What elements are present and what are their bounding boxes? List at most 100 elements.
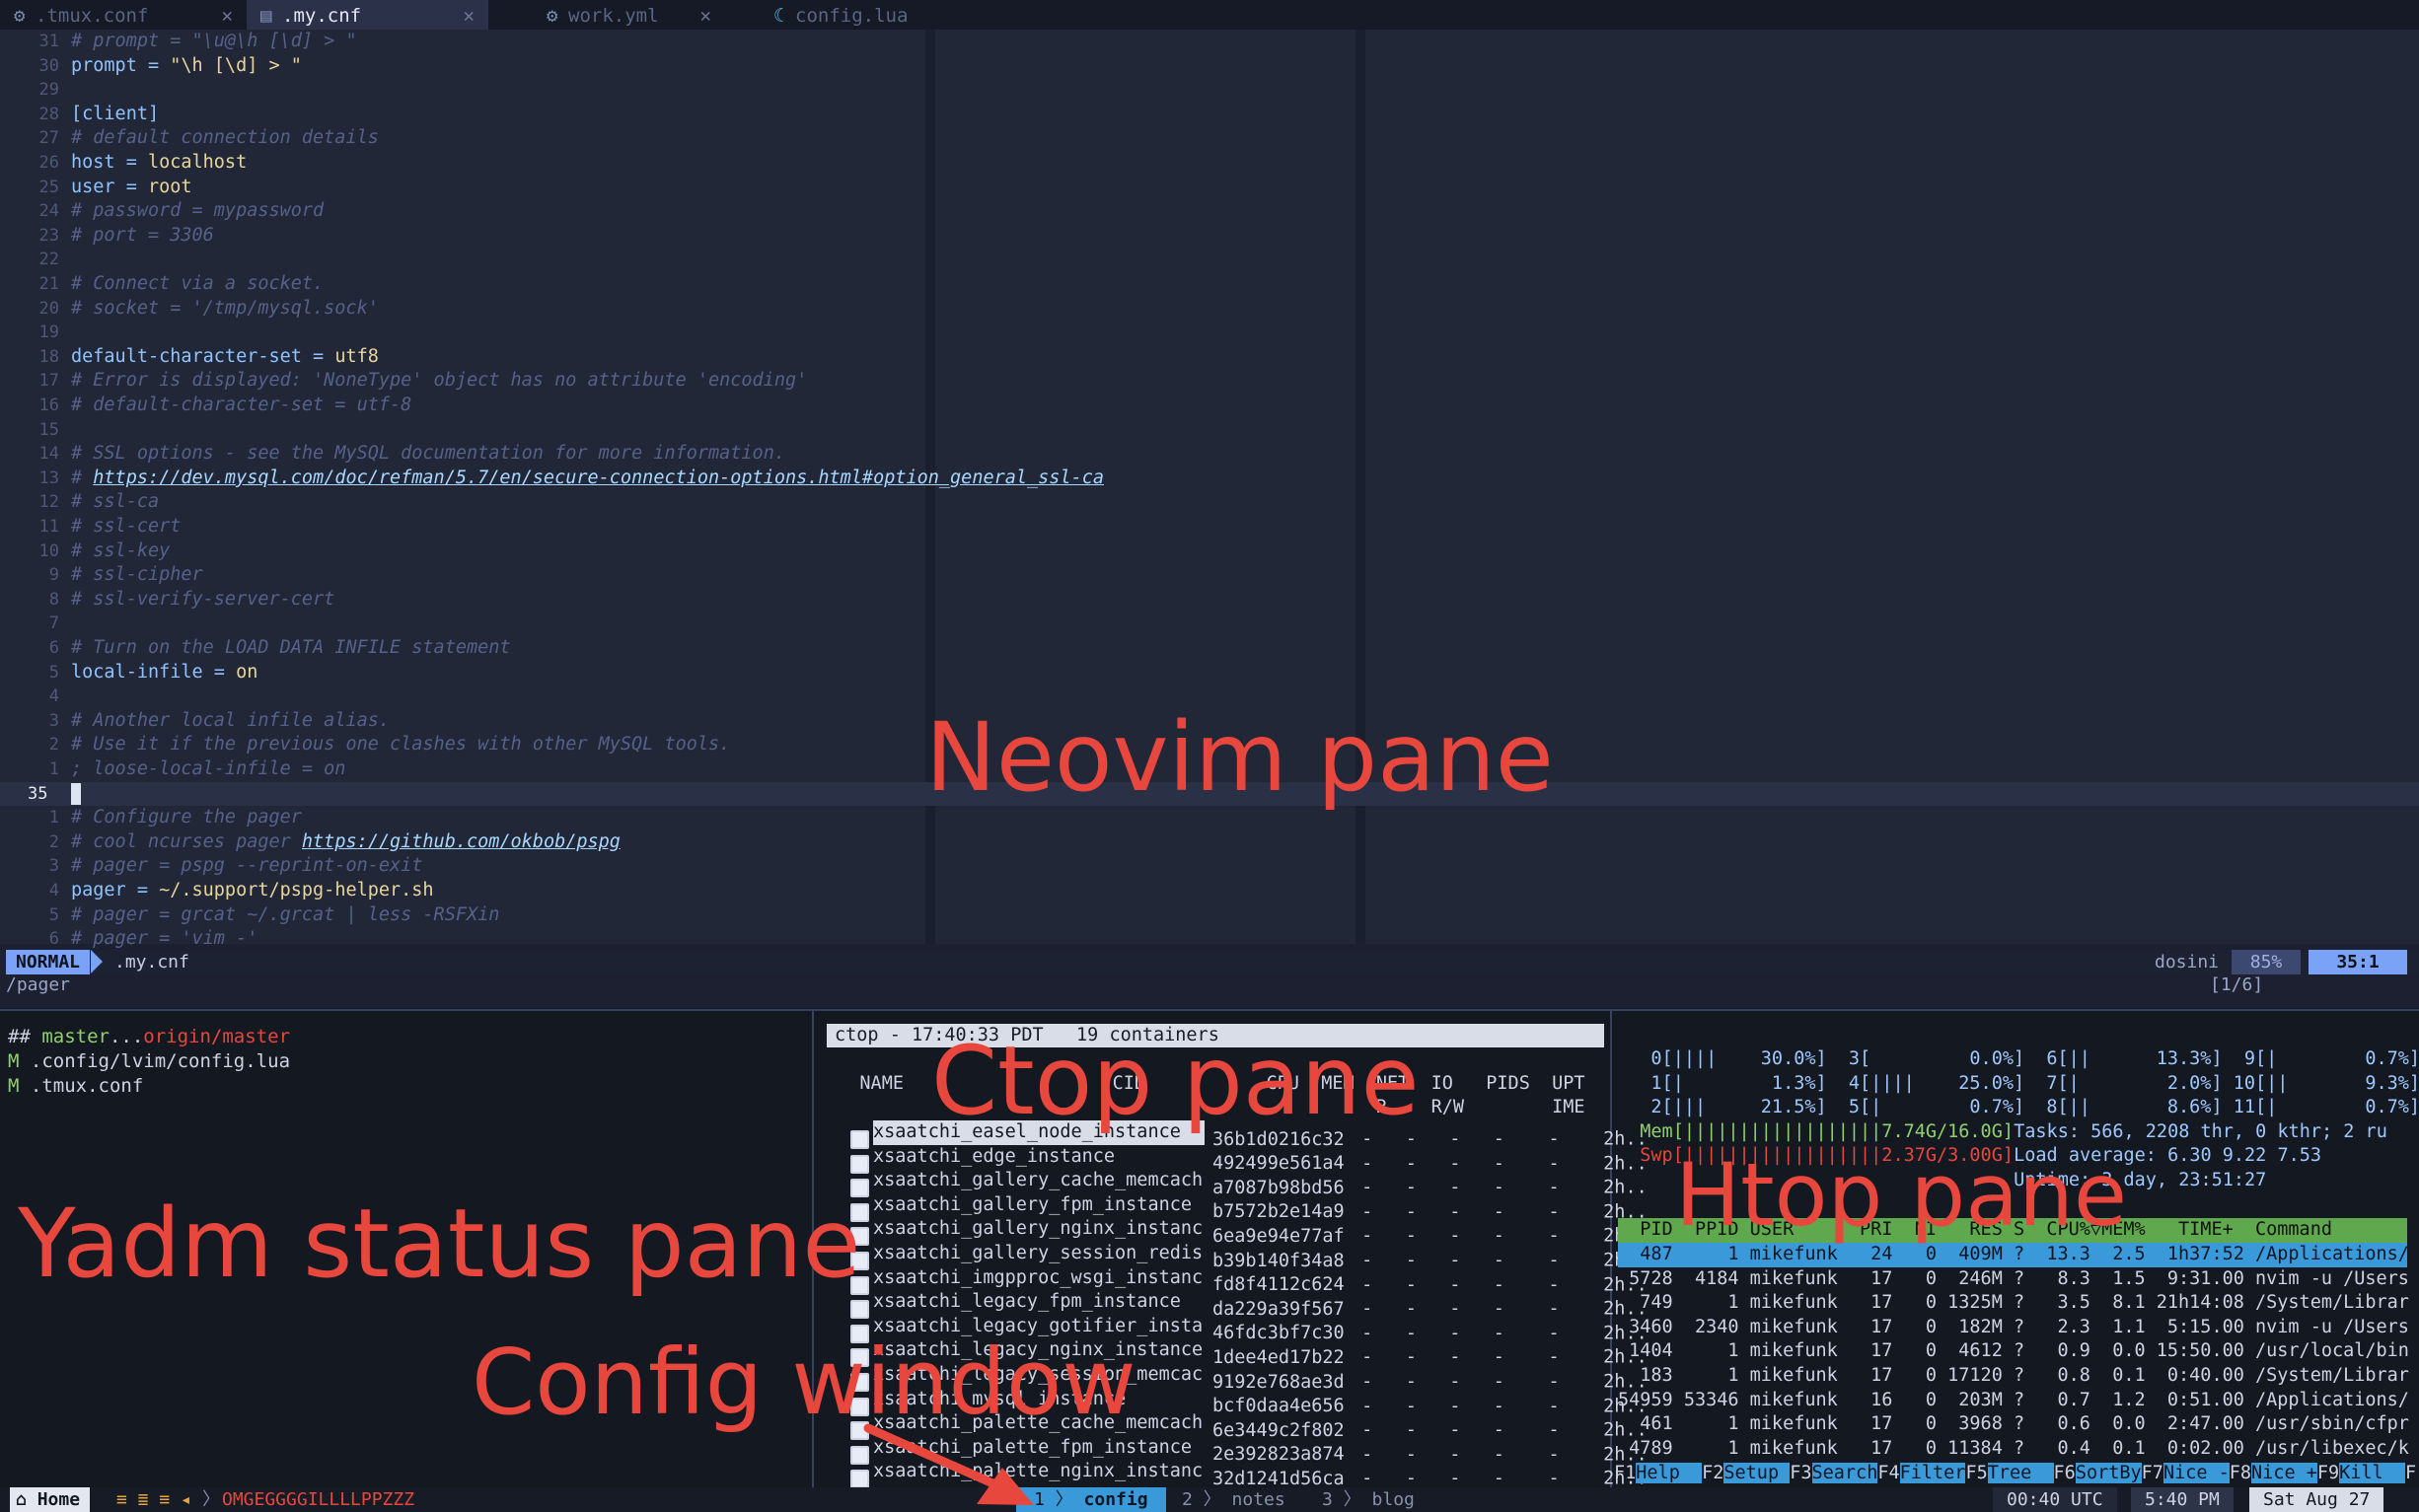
editor-line[interactable]: 22 [0,248,2419,272]
editor-line[interactable]: 20 # socket = '/tmp/mysql.sock' [0,297,2419,322]
comment-text: # default-character-set = utf-8 [71,395,412,415]
editor-line[interactable]: 9 # ssl-cipher [0,563,2419,588]
url-link[interactable]: https://dev.mysql.com/doc/refman/5.7/en/… [93,468,1104,488]
tab-work-yml[interactable]: ⚙ work.yml ✕ [533,0,725,30]
editor-line[interactable]: 23 # port = 3306 [0,224,2419,249]
line-number: 11 [38,517,59,537]
line-code [71,782,81,807]
fkey-number: F2 [1702,1463,1724,1483]
config-key: local-infile = [71,661,225,683]
close-icon[interactable]: ✕ [700,0,711,32]
config-value: localhost [136,152,248,173]
branch-name: master [41,1026,110,1047]
code-text: [client] [71,103,160,124]
fkey-action[interactable]: Nice - [2162,1463,2230,1483]
comment-text: # ssl-cert [71,516,182,537]
tmux-session[interactable]: ⌂ Home [10,1487,91,1512]
editor-line[interactable]: 6 # Turn on the LOAD DATA INFILE statemen… [0,636,2419,661]
fkey-action[interactable]: Help [1636,1463,1703,1483]
tab-tmux-conf[interactable]: ⚙ .tmux.conf ✕ [0,0,247,30]
fkey-number: F1 [1614,1463,1637,1483]
tmux-window-2[interactable]: 2 〉 notes [1182,1487,1285,1512]
window-name: notes [1231,1489,1285,1510]
editor-line[interactable]: 12 # ssl-ca [0,490,2419,515]
fkey-action[interactable]: Setup [1723,1463,1791,1483]
editor-line[interactable]: 15 [0,418,2419,443]
statusline-position: 35:1 [2309,950,2407,974]
editor-line[interactable]: 3 # pager = pspg --reprint-on-exit [0,854,2419,879]
line-code: # ssl-cipher [71,563,203,588]
container-row[interactable]: xsaatchi_gallery_nginx_instanc 6ea9e94e77… [850,1217,1648,1247]
line-code: # Configure the pager [71,806,302,830]
comment-text: # ssl-ca [71,491,160,513]
line-code: # ssl-ca [71,490,159,515]
container-row[interactable]: xsaatchi_gallery_cache_memcach a7087b98bd… [850,1169,1648,1198]
editor-line[interactable]: 31 # prompt = "\u@\h [\d] > " [0,30,2419,54]
comment-text: # pager = grcat ~/.grcat | less -RSFXin [71,903,500,925]
container-row[interactable]: xsaatchi_gallery_fpm_instance b7572b2e14a… [850,1193,1648,1222]
editor-line[interactable]: 16 # default-character-set = utf-8 [0,394,2419,418]
tab-config-lua[interactable]: ☾ config.lua [760,0,962,30]
file-status: M [8,1075,20,1097]
file-icon: ▤ [260,5,272,27]
comment-text: # pager = 'vim -' [71,928,258,950]
editor-line[interactable]: 2 # cool ncurses pager https://github.com… [0,830,2419,855]
line-number: 17 [38,371,59,392]
editor-line[interactable]: 27 # default connection details [0,126,2419,151]
container-row[interactable]: xsaatchi_gallery_session_redis b39b140f34… [850,1242,1648,1271]
editor-line[interactable]: 28 [client] [0,103,2419,127]
date-display: Sat Aug 27 [2249,1487,2384,1512]
close-icon[interactable]: ✕ [464,0,475,32]
tab-label: config.lua [795,5,909,27]
fkey-number: F6 [2053,1463,2076,1483]
editor-line[interactable]: 25 user = root [0,176,2419,200]
container-name: xsaatchi_gallery_cache_memcach [873,1170,1204,1191]
line-number: 30 [38,55,59,76]
editor-line[interactable]: 5 # pager = grcat ~/.grcat | less -RSFXin [0,903,2419,928]
container-row[interactable]: xsaatchi_imgpproc_wsgi_instanc fd8f4112c6… [850,1266,1648,1295]
editor-line[interactable]: 13 # https://dev.mysql.com/doc/refman/5.7… [0,467,2419,491]
line-number: 23 [38,225,59,246]
editor-line[interactable]: 30 prompt = "\h [\d] > " [0,54,2419,79]
fkey-action[interactable]: SortBy [2075,1463,2142,1483]
editor-line[interactable]: 7 [0,612,2419,636]
close-icon[interactable]: ✕ [222,0,233,32]
editor-line[interactable]: 8 # ssl-verify-server-cert [0,588,2419,612]
fkey-action[interactable]: Search [1811,1463,1878,1483]
fkey-action[interactable]: Filter [1899,1463,1966,1483]
fkey-action[interactable]: Nice + [2251,1463,2317,1483]
url-link[interactable]: https://github.com/okbob/pspg [302,831,621,852]
editor-line[interactable]: 11 # ssl-cert [0,515,2419,540]
editor-line[interactable]: 26 host = localhost [0,151,2419,176]
line-code: # SSL options - see the MySQL documentat… [71,442,785,467]
config-value: "\h [\d] > " [159,54,302,76]
cpu-meter-row: 2[||| 21.5%] 5[| 0.7%] 8[|| 8.6%] 11[| 0… [1618,1097,2419,1117]
editor-line[interactable]: 4 pager = ~/.support/pspg-helper.sh [0,879,2419,903]
line-code: # https://dev.mysql.com/doc/refman/5.7/e… [71,467,1104,491]
editor-line[interactable]: 17 # Error is displayed: 'NoneType' objec… [0,369,2419,394]
tab-my-cnf[interactable]: ▤ .my.cnf ✕ [247,0,488,30]
editor-line[interactable]: 18 default-character-set = utf8 [0,345,2419,370]
editor-line[interactable]: 29 [0,78,2419,103]
command-line[interactable]: /pager [6,974,70,995]
editor-line[interactable]: 14 # SSL options - see the MySQL document… [0,442,2419,467]
line-number: 3 [48,856,59,877]
editor-line[interactable]: 10 # ssl-key [0,540,2419,564]
line-code: # Connect via a socket. [71,272,324,297]
container-row[interactable]: xsaatchi_legacy_fpm_instance da229a39f567… [850,1290,1648,1320]
line-number: 22 [38,250,59,270]
fkey-action[interactable]: Kill [2339,1463,2405,1483]
editor-line[interactable]: 21 # Connect via a socket. [0,272,2419,297]
editor-line[interactable]: 6 # pager = 'vim -' [0,927,2419,952]
process-row[interactable]: 487 1 mikefunk 24 0 409M ? 13.3 2.5 1h37… [1618,1243,2409,1267]
fkey-action[interactable]: Tree [1987,1463,2054,1483]
editor-line[interactable]: 24 # password = mypassword [0,199,2419,224]
tmux-window-3[interactable]: 3 〉 blog [1322,1487,1415,1512]
line-code: # ssl-key [71,540,170,564]
editor-line[interactable]: 19 [0,321,2419,345]
line-number: 15 [38,419,59,440]
editor-line[interactable]: 5 local-infile = on [0,661,2419,685]
gear-icon: ⚙ [547,5,558,27]
container-row[interactable]: xsaatchi_edge_instance 492499e561a4 - - -… [850,1145,1648,1174]
comment-text: # Another local infile alias. [71,709,391,731]
